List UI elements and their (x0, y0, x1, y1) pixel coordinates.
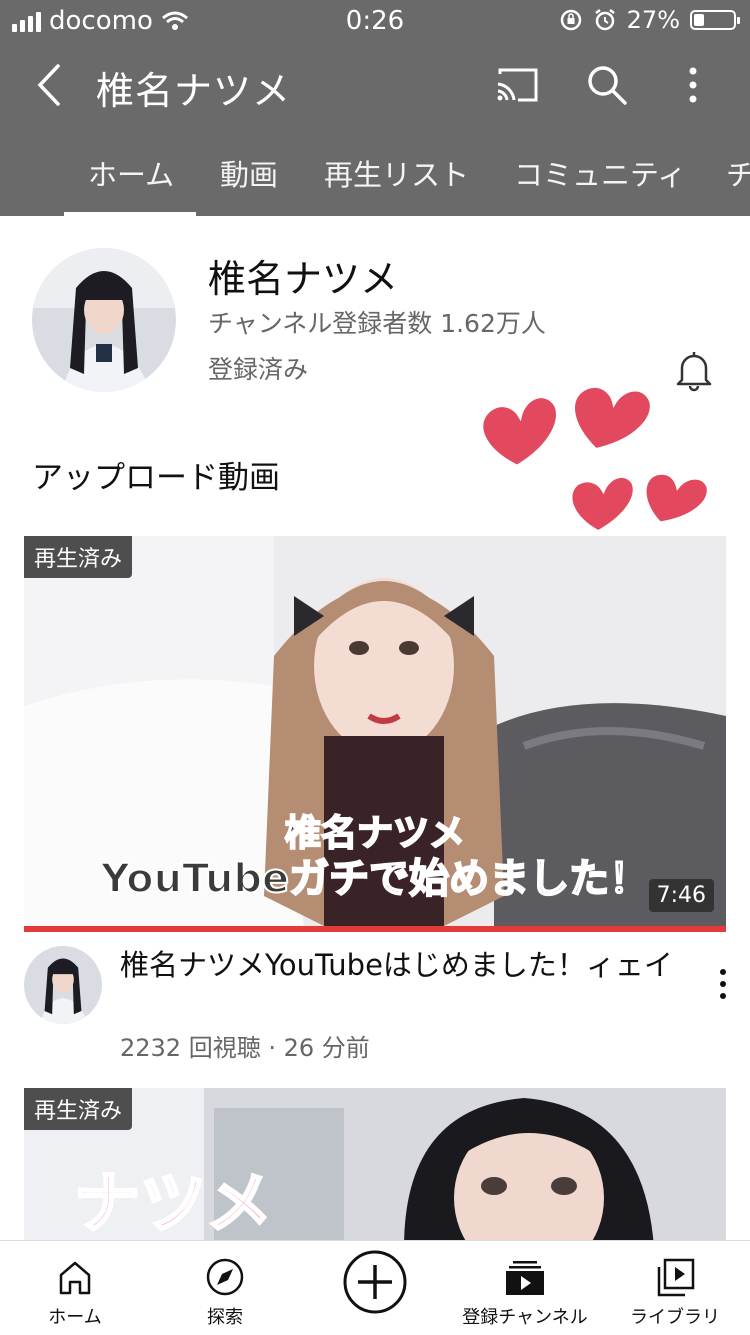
home-icon (59, 1261, 91, 1295)
nav-home[interactable]: ホーム (0, 1247, 150, 1329)
channel-avatar[interactable] (32, 248, 176, 392)
app-bar-title: 椎名ナツメ (96, 69, 292, 113)
nav-subscriptions[interactable]: 登録チャンネル (450, 1247, 600, 1329)
tab-home[interactable]: ホーム (88, 152, 174, 194)
nav-create[interactable] (300, 1247, 450, 1315)
video-more-icon[interactable] (708, 964, 738, 1004)
explore-icon (206, 1258, 244, 1296)
hearts-sticker (479, 384, 711, 535)
back-icon[interactable] (30, 60, 70, 110)
battery-fill (694, 14, 705, 26)
nav-home-label: ホーム (48, 1307, 102, 1328)
channel-name: 椎名ナツメ (208, 257, 399, 301)
video-title[interactable]: 椎名ナツメYouTubeはじめました！ィェイ (120, 946, 680, 984)
more-vertical-icon[interactable] (670, 62, 716, 108)
status-right: 27% (559, 6, 740, 34)
tab-channels-partial[interactable]: チ (726, 152, 750, 194)
video-meta: 2232 回視聴 · 26 分前 (120, 1034, 370, 1062)
status-bar: docomo 0:26 27% (0, 0, 750, 40)
watch-progress-bar (24, 926, 726, 932)
tab-videos[interactable]: 動画 (220, 152, 278, 194)
battery-icon (690, 10, 740, 30)
create-icon (343, 1250, 407, 1314)
nav-explore-label: 探索 (207, 1307, 243, 1328)
library-icon (657, 1258, 695, 1297)
subscriber-count: チャンネル登録者数 1.62万人 (208, 309, 546, 338)
thumbnail-overlay-line2: YouTubeガチで始めました！ (100, 855, 650, 903)
watched-badge: 再生済み (24, 536, 133, 578)
section-title: アップロード動画 (32, 460, 280, 496)
nav-library[interactable]: ライブラリ (600, 1247, 750, 1329)
duration-badge: 7:46 (648, 879, 714, 912)
rotation-lock-icon (560, 9, 581, 31)
alarm-icon (594, 9, 615, 31)
bottom-navigation: ホーム 探索 登録チャンネル ライブラリ (0, 1240, 750, 1335)
nav-subscriptions-label: 登録チャンネル (462, 1307, 588, 1328)
nav-library-label: ライブラリ (630, 1307, 720, 1328)
video-thumbnail[interactable]: 椎名ナツメ YouTubeガチで始めました！ 再生済み 7:46 (24, 536, 726, 926)
watched-badge-2: 再生済み (24, 1088, 133, 1130)
app-bar: 椎名ナツメ (0, 40, 750, 130)
cast-icon[interactable] (494, 62, 540, 108)
video-thumbnail-2[interactable]: ナツメ 再生済み (24, 1088, 726, 1248)
thumbnail-overlay-text-2: ナツメ (73, 1164, 274, 1244)
video-channel-avatar[interactable] (24, 946, 102, 1024)
active-tab-indicator (64, 212, 196, 216)
tab-playlists[interactable]: 再生リスト (324, 152, 469, 194)
battery-percent: 27% (626, 6, 680, 34)
channel-tabs: ホーム 動画 再生リスト コミュニティ チ (0, 130, 750, 216)
nav-explore[interactable]: 探索 (150, 1247, 300, 1329)
search-icon[interactable] (584, 62, 630, 108)
tab-community[interactable]: コミュニティ (514, 152, 686, 194)
subscribed-button[interactable]: 登録済み (208, 350, 308, 386)
subscriptions-icon (506, 1261, 544, 1295)
